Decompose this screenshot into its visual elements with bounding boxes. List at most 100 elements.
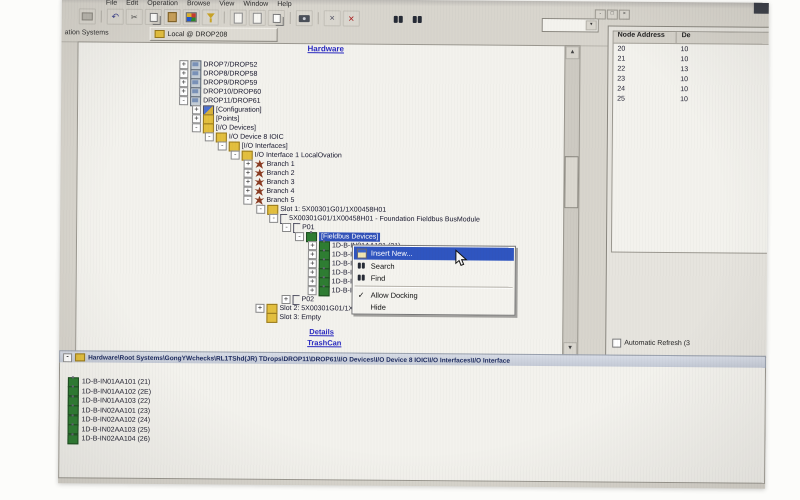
camera-icon[interactable] xyxy=(296,10,313,26)
menu-help[interactable]: Help xyxy=(277,0,291,7)
collapse-icon[interactable]: - xyxy=(192,123,201,132)
collapse-icon[interactable]: - xyxy=(231,151,240,160)
tree-node-label: DROP10/DROP60 xyxy=(203,87,261,96)
expand-icon[interactable]: + xyxy=(179,69,188,78)
device-cell: 10 xyxy=(675,76,688,83)
close-button-region[interactable] xyxy=(754,3,769,14)
select-icon[interactable] xyxy=(324,10,341,26)
expand-icon[interactable]: + xyxy=(308,259,317,268)
scroll-up-icon[interactable]: ▲ xyxy=(565,46,579,59)
tree-node-slot-3-empty[interactable]: Slot 3: Empty xyxy=(255,313,321,323)
menu-item-label: Find xyxy=(371,273,386,282)
list-item[interactable]: 1D-B-IN01AA102 (2E) xyxy=(68,387,151,397)
copy-icon[interactable] xyxy=(145,9,162,25)
checkmark-icon: ✓ xyxy=(356,290,367,300)
collapse-icon[interactable]: - xyxy=(205,132,214,141)
copy-page-icon[interactable] xyxy=(268,10,285,26)
menu-window[interactable]: Window xyxy=(243,0,268,7)
menu-item-hide[interactable]: Hide xyxy=(353,301,513,314)
automatic-refresh-checkbox[interactable]: Automatic Refresh (3 xyxy=(612,339,690,349)
paste-icon[interactable] xyxy=(164,9,181,25)
menu-item-label: Allow Docking xyxy=(371,290,418,299)
tree-node-p02[interactable]: + P02 xyxy=(282,295,315,304)
tree-node-label: Slot 3: Empty xyxy=(279,313,321,322)
export-page-icon[interactable] xyxy=(249,10,266,26)
checkbox-icon[interactable] xyxy=(612,339,621,348)
list-item[interactable]: 1D-B-IN01AA103 (22) xyxy=(68,396,151,406)
folder-icon xyxy=(266,312,277,322)
expand-icon[interactable]: + xyxy=(192,105,201,114)
collapse-icon[interactable]: - xyxy=(218,141,227,150)
import-page-icon[interactable] xyxy=(230,10,247,26)
trashcan-link[interactable]: TrashCan xyxy=(307,338,341,347)
expand-icon[interactable]: + xyxy=(243,187,252,196)
collapse-icon[interactable]: - xyxy=(282,223,291,232)
maximize-icon[interactable]: □ xyxy=(607,10,618,20)
tree-node-label: 5X00301G01/1X00458H01 - Foundation Field… xyxy=(289,214,480,224)
expand-icon[interactable]: + xyxy=(192,114,201,123)
tree-node-branch-4[interactable]: +Branch 4 xyxy=(243,187,294,196)
tree-scrollbar[interactable]: ▲ ▼ xyxy=(562,45,580,356)
expand-icon[interactable]: + xyxy=(308,268,317,277)
menu-item-find[interactable]: Find xyxy=(354,272,514,285)
undo-icon[interactable] xyxy=(107,9,124,25)
table-row[interactable]: 2510 xyxy=(613,94,769,106)
expand-icon[interactable]: + xyxy=(308,250,317,259)
column-header-node-address[interactable]: Node Address xyxy=(614,32,677,43)
tree-node-label: [Configuration] xyxy=(216,105,262,114)
details-link[interactable]: Details xyxy=(309,327,334,336)
menu-browse[interactable]: Browse xyxy=(187,0,210,7)
menu-file[interactable]: File xyxy=(106,0,117,6)
tree-node-label: Branch 3 xyxy=(266,178,294,187)
tree-node-branch-3[interactable]: + Branch 3 xyxy=(243,178,294,187)
list-item[interactable]: 1D-B-IN02AA102 (24) xyxy=(68,415,151,425)
expand-icon[interactable]: + xyxy=(244,169,253,178)
search-icon[interactable] xyxy=(409,11,426,27)
cut-icon[interactable] xyxy=(126,9,143,25)
tab-location[interactable]: Local @ DROP208 xyxy=(150,27,278,42)
expand-icon[interactable]: + xyxy=(282,295,291,304)
list-item[interactable]: 1D-B-IN01AA101 (21) xyxy=(68,377,151,387)
menu-operation[interactable]: Operation xyxy=(147,0,178,7)
menu-item-insert-new[interactable]: Insert New... xyxy=(354,247,514,261)
list-item[interactable]: 1D-B-IN02AA104 (26) xyxy=(67,434,150,444)
tree-node-label: P02 xyxy=(302,295,315,304)
collapse-icon[interactable]: - xyxy=(243,196,252,205)
expand-icon[interactable]: + xyxy=(308,286,317,295)
collapse-icon[interactable]: - xyxy=(179,96,188,105)
column-header-device[interactable]: De xyxy=(677,32,691,43)
collapse-icon[interactable]: - xyxy=(269,214,278,223)
tree-node-points[interactable]: +[Points] xyxy=(192,114,239,123)
list-item[interactable]: 1D-B-IN02AA101 (23) xyxy=(68,406,151,416)
node-address-table: Node Address De 201021102213231024102510 xyxy=(611,31,769,255)
tree-node-branch-2[interactable]: +Branch 2 xyxy=(244,169,295,178)
expand-icon[interactable]: + xyxy=(244,160,253,169)
menu-edit[interactable]: Edit xyxy=(126,0,138,6)
list-item[interactable]: 1D-B-IN02AA103 (25) xyxy=(67,425,150,435)
binoculars-icon xyxy=(356,273,367,283)
scrollbar-thumb[interactable] xyxy=(564,156,578,208)
minimize-icon[interactable]: - xyxy=(595,9,606,19)
tree-node-label: DROP8/DROP58 xyxy=(203,69,257,78)
expand-icon[interactable]: + xyxy=(243,178,252,187)
tree-node-i-o-device-8-ioic[interactable]: -I/O Device 8 IOIC xyxy=(205,132,284,142)
expand-icon[interactable]: + xyxy=(179,78,188,87)
expand-icon[interactable]: + xyxy=(308,241,317,250)
menu-view[interactable]: View xyxy=(219,0,234,7)
collapse-icon[interactable]: - xyxy=(295,232,304,241)
palette-icon[interactable] xyxy=(183,9,200,25)
tree-node-branch-1[interactable]: +Branch 1 xyxy=(244,160,295,169)
filter-icon[interactable] xyxy=(202,9,219,25)
find-icon[interactable] xyxy=(390,11,407,27)
print-icon[interactable] xyxy=(79,8,96,24)
close-icon[interactable]: × xyxy=(619,10,630,20)
expand-icon[interactable]: + xyxy=(255,304,264,313)
expand-icon[interactable]: + xyxy=(179,60,188,69)
expand-icon[interactable]: + xyxy=(179,87,188,96)
collapse-icon[interactable]: - xyxy=(63,353,72,362)
delete-icon[interactable] xyxy=(343,10,360,26)
hardware-panel-title[interactable]: Hardware xyxy=(307,44,344,53)
expand-icon[interactable]: + xyxy=(308,277,317,286)
tab-systems[interactable]: ation Systems xyxy=(65,29,109,36)
collapse-icon[interactable]: - xyxy=(256,205,265,214)
